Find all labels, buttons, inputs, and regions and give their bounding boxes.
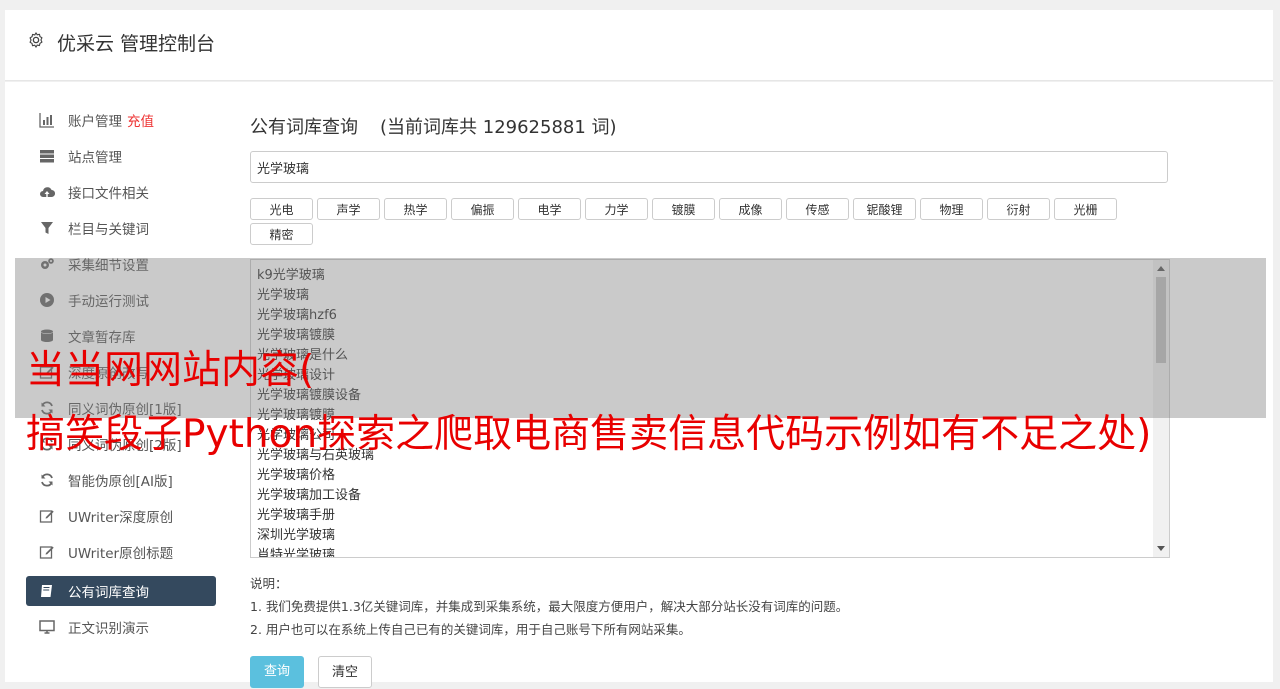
- book-icon: [38, 583, 56, 599]
- notes-line: 1. 我们免费提供1.3亿关键词库，并集成到采集系统，最大限度方便用户，解决大部…: [250, 599, 849, 614]
- edit-icon: [38, 508, 56, 524]
- refresh-icon: [38, 472, 56, 488]
- app-title: 优采云 管理控制台: [57, 33, 216, 55]
- sidebar-item-text-recognition[interactable]: 正文识别演示: [26, 609, 216, 645]
- tag-group: 光电 声学 热学 偏振 电学 力学 镀膜 成像 传感 铌酸锂 物理 衍射 光栅 …: [250, 198, 1130, 248]
- tag-button[interactable]: 光电: [250, 198, 313, 220]
- list-item[interactable]: 光学玻璃加工设备: [251, 486, 1169, 506]
- top-header: 优采云 管理控制台: [5, 10, 1273, 81]
- server-icon: [38, 148, 56, 164]
- scroll-down-arrow-icon[interactable]: [1157, 546, 1165, 551]
- tag-button[interactable]: 物理: [920, 198, 983, 220]
- overlay-caption-line-2: 搞笑段子Python探索之爬取电商售卖信息代码示例如有不足之处): [26, 412, 1152, 457]
- tag-button[interactable]: 热学: [384, 198, 447, 220]
- page-title: 公有词库查询 (当前词库共 129625881 词): [250, 113, 617, 139]
- sidebar-item-label: 智能伪原创[AI版]: [68, 474, 173, 490]
- instructions: 说明： 1. 我们免费提供1.3亿关键词库，并集成到采集系统，最大限度方便用户，…: [250, 572, 848, 641]
- tag-button[interactable]: 成像: [719, 198, 782, 220]
- sidebar-item-account[interactable]: 账户管理 充值: [26, 102, 216, 138]
- tag-button[interactable]: 铌酸锂: [853, 198, 916, 220]
- notes-line: 2. 用户也可以在系统上传自己已有的关键词库，用于自己账号下所有网站采集。: [250, 622, 691, 637]
- list-item[interactable]: 肖特光学玻璃: [251, 546, 1169, 557]
- tag-button[interactable]: 电学: [518, 198, 581, 220]
- page-title-text: 公有词库查询: [250, 117, 358, 138]
- monitor-icon: [38, 619, 56, 635]
- sidebar-item-uwriter-title[interactable]: UWriter原创标题: [26, 534, 216, 570]
- sidebar-item-label: UWriter原创标题: [68, 546, 174, 562]
- clear-button[interactable]: 清空: [318, 656, 372, 688]
- edit-icon: [38, 544, 56, 560]
- tag-button[interactable]: 镀膜: [652, 198, 715, 220]
- sidebar-item-ai-rewrite[interactable]: 智能伪原创[AI版]: [26, 462, 216, 498]
- sidebar-item-label: 栏目与关键词: [68, 222, 149, 238]
- tag-button[interactable]: 精密: [250, 223, 313, 245]
- sidebar-item-sites[interactable]: 站点管理: [26, 138, 216, 174]
- sidebar-item-label: 站点管理: [68, 150, 122, 166]
- lexicon-count: (当前词库共 129625881 词): [380, 117, 617, 138]
- sidebar-item-label: UWriter深度原创: [68, 510, 174, 526]
- tag-button[interactable]: 偏振: [451, 198, 514, 220]
- overlay-caption-line-1: 当当网网站内容(: [26, 348, 315, 393]
- tag-button[interactable]: 衍射: [987, 198, 1050, 220]
- search-input[interactable]: [250, 151, 1168, 183]
- notes-heading: 说明：: [250, 576, 288, 591]
- bar-chart-icon: [38, 112, 56, 128]
- tag-button[interactable]: 声学: [317, 198, 380, 220]
- cloud-upload-icon: [38, 184, 56, 200]
- filter-icon: [38, 220, 56, 236]
- list-item[interactable]: 光学玻璃手册: [251, 506, 1169, 526]
- sidebar-item-keywords[interactable]: 栏目与关键词: [26, 210, 216, 246]
- gear-icon: [29, 32, 43, 48]
- sidebar-item-label: 账户管理: [68, 114, 122, 130]
- tag-button[interactable]: 力学: [585, 198, 648, 220]
- tag-button[interactable]: 传感: [786, 198, 849, 220]
- sidebar-item-public-lexicon[interactable]: 公有词库查询: [26, 576, 216, 606]
- list-item[interactable]: 深圳光学玻璃: [251, 526, 1169, 546]
- tag-button[interactable]: 光栅: [1054, 198, 1117, 220]
- sidebar-item-label: 正文识别演示: [68, 621, 149, 637]
- sidebar-item-interface[interactable]: 接口文件相关: [26, 174, 216, 210]
- sidebar-item-label: 接口文件相关: [68, 186, 149, 202]
- sidebar-item-uwriter-deep[interactable]: UWriter深度原创: [26, 498, 216, 534]
- recharge-link[interactable]: 充值: [127, 110, 154, 130]
- list-item[interactable]: 光学玻璃价格: [251, 466, 1169, 486]
- sidebar-item-label: 公有词库查询: [68, 585, 149, 601]
- query-button[interactable]: 查询: [250, 656, 304, 688]
